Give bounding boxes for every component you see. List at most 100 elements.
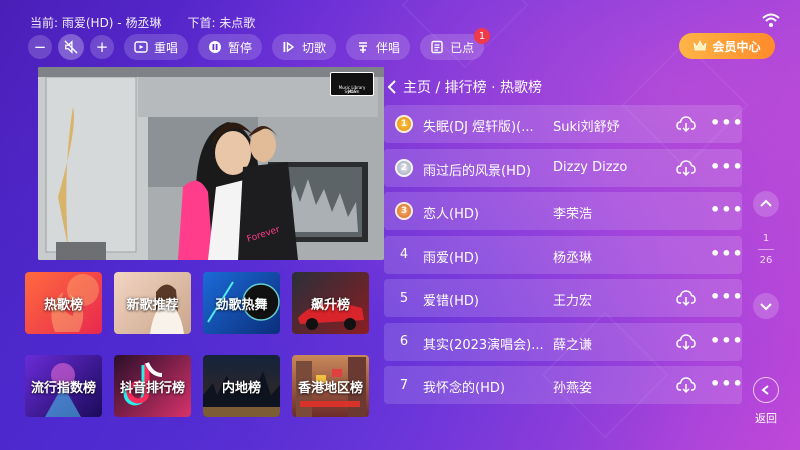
song-title: 其实(2023演唱会)... bbox=[423, 337, 544, 353]
tile-label: 热歌榜 bbox=[43, 297, 83, 313]
song-artist: 杨丞琳 bbox=[553, 250, 593, 266]
mute-icon bbox=[64, 40, 78, 54]
song-row[interactable]: 6 其实(2023演唱会)... 薛之谦 ••• bbox=[384, 322, 743, 361]
song-artist: Suki刘舒妤 bbox=[553, 120, 620, 135]
back-arrow-icon bbox=[761, 385, 769, 395]
more-options-icon[interactable]: ••• bbox=[710, 158, 743, 176]
chevron-up-icon bbox=[760, 199, 772, 207]
song-row[interactable]: 4 雨爱(HD) 杨丞琳 ••• bbox=[384, 235, 743, 274]
song-title: 雨爱(HD) bbox=[423, 250, 479, 266]
tile-label: 新歌推荐 bbox=[126, 297, 179, 313]
accompaniment-icon bbox=[359, 42, 368, 53]
pause-label: 暂停 bbox=[228, 40, 253, 55]
chevron-left-icon bbox=[387, 80, 396, 94]
breadcrumb[interactable]: 主页 / 排行榜 · 热歌榜 bbox=[387, 77, 542, 97]
page-down-button[interactable] bbox=[753, 293, 779, 319]
song-title: 爱错(HD) bbox=[423, 294, 479, 309]
rank-medal-icon: 3 bbox=[395, 202, 413, 220]
rank-medal-icon: 1 bbox=[395, 115, 413, 133]
volume-down-button[interactable]: − bbox=[28, 35, 52, 59]
tile-label: 抖音排行榜 bbox=[119, 380, 185, 396]
playback-toolbar: − + 重唱 暂停 切歌 伴唱 已点 1 bbox=[28, 28, 491, 60]
back-button[interactable] bbox=[753, 377, 779, 403]
current-song-label: 当前: 雨爱(HD) - 杨丞琳 bbox=[30, 16, 162, 30]
crown-icon bbox=[694, 40, 707, 51]
pause-button[interactable]: 暂停 bbox=[198, 34, 263, 60]
page-indicator: 1 26 bbox=[752, 233, 780, 266]
page-up-button[interactable] bbox=[753, 191, 779, 217]
cloud-download-icon[interactable] bbox=[676, 159, 696, 177]
pause-icon bbox=[209, 41, 222, 53]
tile-hot-songs[interactable]: 热歌榜 bbox=[25, 272, 102, 334]
minus-icon: − bbox=[33, 37, 47, 56]
back-label: 返回 bbox=[755, 412, 777, 425]
tile-label: 劲歌热舞 bbox=[215, 297, 268, 313]
song-artist: Dizzy Dizzo bbox=[553, 159, 628, 175]
video-player[interactable]: Forever MLS Music Library System bbox=[38, 67, 384, 260]
rank-medal-icon: 2 bbox=[395, 158, 413, 177]
song-artist: 薛之谦 bbox=[553, 337, 593, 353]
more-options-icon[interactable]: ••• bbox=[710, 332, 743, 350]
breadcrumb-text: 主页 / 排行榜 · 热歌榜 bbox=[403, 80, 542, 96]
next-song-label: 下首: 未点歌 bbox=[187, 16, 256, 30]
cloud-download-icon[interactable] bbox=[676, 376, 696, 394]
mls-logo-subtext: Music Library System bbox=[338, 85, 366, 94]
song-title: 恋人(HD) bbox=[423, 207, 479, 222]
replay-button[interactable]: 重唱 bbox=[124, 34, 189, 60]
playlist-icon bbox=[431, 40, 443, 54]
song-rank: 4 bbox=[399, 247, 409, 262]
accompaniment-button[interactable]: 伴唱 bbox=[346, 34, 411, 60]
song-rank: 2 bbox=[392, 156, 416, 180]
song-row[interactable]: 2 雨过后的风景(HD) Dizzy Dizzo ••• bbox=[384, 148, 743, 187]
song-title: 失眠(DJ 煜轩版)(... bbox=[423, 120, 534, 135]
song-rank: 6 bbox=[399, 334, 409, 349]
tile-hongkong-chart[interactable]: 香港地区榜 bbox=[292, 355, 369, 417]
song-artist: 孙燕姿 bbox=[553, 381, 593, 396]
tile-label: 流行指数榜 bbox=[30, 380, 96, 396]
page-total: 26 bbox=[759, 255, 773, 266]
tile-mainland-chart[interactable]: 内地榜 bbox=[203, 355, 280, 417]
cloud-download-icon[interactable] bbox=[676, 333, 696, 351]
song-row[interactable]: 3 恋人(HD) 李荣浩 ••• bbox=[384, 192, 743, 230]
song-row[interactable]: 5 爱错(HD) 王力宏 ••• bbox=[384, 279, 743, 317]
tile-pop-index[interactable]: 流行指数榜 bbox=[25, 355, 102, 417]
skip-next-icon bbox=[283, 41, 295, 53]
song-artist: 王力宏 bbox=[553, 294, 593, 309]
vip-center-button[interactable]: 会员中心 bbox=[679, 33, 775, 59]
tile-dance-hits[interactable]: 劲歌热舞 bbox=[203, 272, 280, 334]
chevron-down-icon bbox=[760, 303, 772, 311]
song-rank: 5 bbox=[399, 290, 409, 306]
song-row[interactable]: 7 我怀念的(HD) 孙燕姿 ••• bbox=[384, 366, 743, 404]
queued-count-badge: 1 bbox=[474, 28, 491, 44]
queued-label: 已点 bbox=[450, 40, 475, 55]
cloud-download-icon[interactable] bbox=[676, 289, 696, 307]
more-options-icon[interactable]: ••• bbox=[710, 289, 743, 306]
mute-button[interactable] bbox=[58, 34, 84, 60]
next-song-button[interactable]: 切歌 bbox=[272, 34, 337, 60]
accompaniment-label: 伴唱 bbox=[376, 40, 401, 55]
volume-up-button[interactable]: + bbox=[90, 35, 114, 59]
next-song-label: 切歌 bbox=[302, 40, 327, 55]
queued-songs-button[interactable]: 已点 1 bbox=[420, 28, 491, 60]
page-current: 1 bbox=[762, 233, 770, 244]
song-rank: 1 bbox=[392, 112, 416, 136]
song-title: 雨过后的风景(HD) bbox=[423, 163, 531, 179]
more-options-icon[interactable]: ••• bbox=[710, 115, 743, 132]
replay-label: 重唱 bbox=[154, 40, 179, 55]
mls-logo: MLS Music Library System bbox=[330, 72, 374, 96]
more-options-icon[interactable]: ••• bbox=[710, 376, 743, 393]
replay-icon bbox=[134, 41, 148, 53]
wifi-icon bbox=[762, 13, 780, 27]
more-options-icon[interactable]: ••• bbox=[710, 202, 743, 219]
tile-rising-chart[interactable]: 飙升榜 bbox=[292, 272, 369, 334]
tile-label: 香港地区榜 bbox=[297, 380, 363, 396]
now-playing-bar: 当前: 雨爱(HD) - 杨丞琳 下首: 未点歌 bbox=[30, 14, 255, 31]
more-options-icon[interactable]: ••• bbox=[710, 245, 743, 263]
tile-label: 飙升榜 bbox=[310, 297, 350, 313]
song-rank: 3 bbox=[392, 199, 416, 223]
tile-new-songs[interactable]: 新歌推荐 bbox=[114, 272, 191, 334]
song-rank: 7 bbox=[399, 377, 409, 393]
tile-douyin-chart[interactable]: 抖音排行榜 bbox=[114, 355, 191, 417]
song-row[interactable]: 1 失眠(DJ 煜轩版)(... Suki刘舒妤 ••• bbox=[384, 105, 743, 143]
cloud-download-icon[interactable] bbox=[676, 115, 696, 133]
